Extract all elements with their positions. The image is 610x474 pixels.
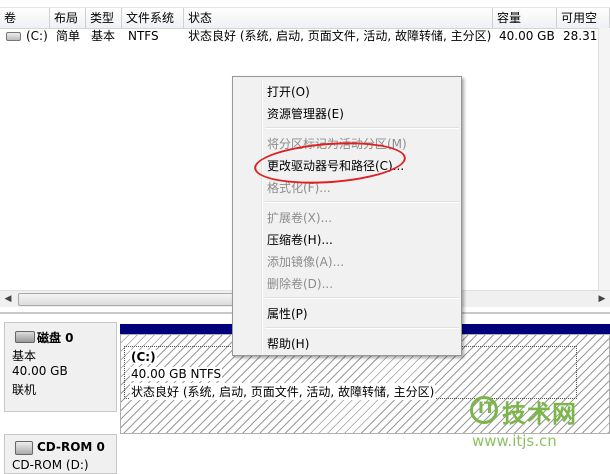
column-header-capacity[interactable]: 容量 bbox=[493, 8, 557, 28]
menu-item-delete-volume: 删除卷(D)... bbox=[267, 277, 334, 291]
table-row[interactable]: (C:) 简单 基本 NTFS 状态良好 (系统, 启动, 页面文件, 活动, … bbox=[0, 28, 610, 44]
disk-0-label[interactable]: 磁盘 0 基本 40.00 GB 联机 bbox=[4, 322, 117, 412]
column-header-row: 卷 布局 类型 文件系统 状态 容量 可用空 bbox=[0, 7, 610, 29]
menu-separator bbox=[265, 201, 459, 203]
cdrom-0-name: CD-ROM 0 bbox=[37, 440, 105, 454]
partition-c-size: 40.00 GB NTFS bbox=[130, 367, 223, 381]
cdrom-0-label[interactable]: CD-ROM 0 CD-ROM (D:) bbox=[4, 434, 117, 474]
disk-0-name: 磁盘 0 bbox=[37, 331, 74, 345]
menu-item-explore[interactable]: 资源管理器(E) bbox=[267, 105, 344, 122]
column-header-free[interactable]: 可用空 bbox=[557, 8, 610, 28]
column-header-filesystem[interactable]: 文件系统 bbox=[122, 8, 184, 28]
column-header-layout[interactable]: 布局 bbox=[50, 8, 86, 28]
scroll-right-arrow-icon[interactable]: ▶ bbox=[594, 291, 610, 307]
cdrom-icon bbox=[15, 441, 33, 455]
menu-item-properties[interactable]: 属性(P) bbox=[267, 305, 308, 322]
context-menu: 打开(O) 资源管理器(E) 将分区标记为活动分区(M) 更改驱动器号和路径(C… bbox=[232, 76, 462, 356]
menu-item-help[interactable]: 帮助(H) bbox=[267, 335, 309, 352]
scroll-left-arrow-icon[interactable]: ◀ bbox=[0, 291, 16, 307]
cell-free: 28.31 bbox=[563, 29, 598, 43]
menu-item-extend-volume: 扩展卷(X)... bbox=[267, 211, 333, 225]
disk-0-size: 40.00 GB bbox=[12, 364, 68, 378]
disk-0-state: 联机 bbox=[12, 383, 37, 397]
scroll-thumb[interactable] bbox=[18, 293, 235, 306]
cell-volume: (C:) bbox=[26, 29, 48, 43]
column-header-status[interactable]: 状态 bbox=[184, 8, 493, 28]
cell-capacity: 40.00 GB bbox=[499, 29, 555, 43]
drive-icon bbox=[6, 32, 21, 41]
menu-item-add-mirror: 添加镜像(A)... bbox=[267, 255, 345, 269]
cell-status: 状态良好 (系统, 启动, 页面文件, 活动, 故障转储, 主分区) bbox=[188, 29, 492, 43]
column-header-volume[interactable]: 卷 bbox=[0, 8, 50, 28]
cell-filesystem: NTFS bbox=[128, 29, 159, 43]
vertical-scrollbar[interactable] bbox=[598, 28, 610, 290]
cell-type: 基本 bbox=[91, 29, 116, 43]
cdrom-0-sub: CD-ROM (D:) bbox=[12, 458, 89, 472]
partition-c-label: (C:) bbox=[130, 350, 157, 364]
menu-item-open[interactable]: 打开(O) bbox=[267, 83, 310, 100]
cell-layout: 简单 bbox=[56, 29, 81, 43]
partition-c-status: 状态良好 (系统, 启动, 页面文件, 活动, 故障转储, 主分区) bbox=[130, 383, 436, 400]
menu-icon-gutter bbox=[261, 79, 263, 353]
menu-separator bbox=[265, 327, 459, 329]
hard-disk-icon bbox=[15, 331, 35, 343]
disk-0-type: 基本 bbox=[12, 349, 37, 363]
column-header-type[interactable]: 类型 bbox=[86, 8, 122, 28]
menu-item-shrink-volume[interactable]: 压缩卷(H)... bbox=[267, 231, 333, 248]
menu-separator bbox=[265, 127, 459, 129]
menu-separator bbox=[265, 297, 459, 299]
